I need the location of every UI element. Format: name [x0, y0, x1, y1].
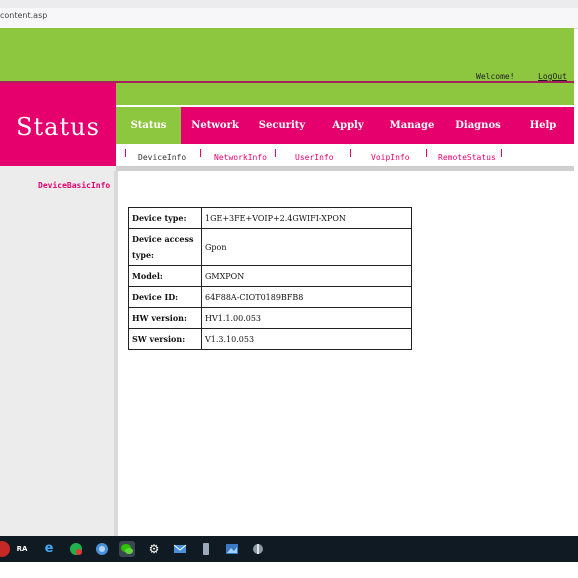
subtab-userinfo[interactable]: UserInfo	[295, 153, 334, 162]
subnav-separator	[275, 149, 276, 157]
settings-icon[interactable]: ⚙	[146, 541, 162, 557]
sub-nav: DeviceInfo NetworkInfo UserInfo VoipInfo…	[116, 144, 574, 166]
row-value: HV1.1.00.053	[201, 307, 412, 329]
browser-address-bar: content.asp	[0, 0, 578, 29]
url-text[interactable]: content.asp	[0, 11, 47, 20]
row-label: Device access type:	[128, 228, 202, 266]
welcome-row: Welcome! LogOut	[0, 67, 574, 81]
subnav-separator	[200, 149, 201, 157]
table-row: Device type: 1GE+3FE+VOIP+2.4GWIFI-XPON	[128, 207, 412, 229]
ra-icon[interactable]: RA	[14, 541, 30, 557]
subtab-remotestatus[interactable]: RemoteStatus	[438, 153, 496, 162]
subnav-separator	[426, 149, 427, 157]
row-label: HW version:	[128, 307, 202, 329]
table-row: SW version: V1.3.10.053	[128, 328, 412, 350]
tab-network[interactable]: Network	[183, 107, 247, 144]
row-value: Gpon	[201, 228, 412, 266]
welcome-text: Welcome!	[476, 72, 515, 81]
row-label: Device type:	[128, 207, 202, 229]
table-row: HW version: HV1.1.00.053	[128, 307, 412, 329]
row-label: Model:	[128, 265, 202, 287]
logout-link[interactable]: LogOut	[538, 72, 567, 81]
tab-diagnos[interactable]: Diagnos	[446, 107, 510, 144]
table-row: Device access type: Gpon	[128, 228, 412, 266]
row-label: SW version:	[128, 328, 202, 350]
subnav-separator	[501, 149, 502, 157]
browser-tab-strip	[0, 0, 578, 8]
tool-icon[interactable]	[250, 541, 266, 557]
page-title: Status	[16, 113, 100, 141]
table-row: Device ID: 64F88A-CIOT0189BFB8	[128, 286, 412, 308]
page-section-box: Status	[0, 83, 116, 166]
globe-icon[interactable]	[94, 541, 110, 557]
main-nav: Status Network Security Apply Manage Dia…	[116, 107, 574, 144]
sidebar: DeviceBasicInfo	[0, 166, 116, 536]
row-value: 1GE+3FE+VOIP+2.4GWIFI-XPON	[201, 207, 412, 229]
subtab-voipinfo[interactable]: VoipInfo	[371, 153, 410, 162]
main-content: Device type: 1GE+3FE+VOIP+2.4GWIFI-XPON …	[118, 171, 574, 536]
os-taskbar: RA e ⚙	[0, 536, 578, 562]
chat-icon[interactable]	[68, 541, 84, 557]
tab-security[interactable]: Security	[250, 107, 314, 144]
tab-help[interactable]: Help	[512, 107, 574, 144]
row-label: Device ID:	[128, 286, 202, 308]
wechat-icon[interactable]	[119, 541, 135, 557]
mail-icon[interactable]	[172, 541, 188, 557]
row-value: 64F88A-CIOT0189BFB8	[201, 286, 412, 308]
photo-icon[interactable]	[224, 541, 240, 557]
tab-status[interactable]: Status	[116, 107, 181, 144]
row-value: GMXPON	[201, 265, 412, 287]
bottom-margin	[0, 562, 578, 578]
app-icon[interactable]	[0, 541, 10, 557]
tab-apply[interactable]: Apply	[316, 107, 380, 144]
nav-top-band	[116, 83, 574, 105]
edge-icon[interactable]: e	[41, 541, 57, 557]
table-row: Model: GMXPON	[128, 265, 412, 287]
sidebar-item-devicebasicinfo[interactable]: DeviceBasicInfo	[38, 181, 110, 190]
row-value: V1.3.10.053	[201, 328, 412, 350]
device-info-table: Device type: 1GE+3FE+VOIP+2.4GWIFI-XPON …	[128, 207, 412, 350]
usb-icon[interactable]	[198, 541, 214, 557]
subtab-deviceinfo[interactable]: DeviceInfo	[138, 153, 186, 162]
subtab-networkinfo[interactable]: NetworkInfo	[214, 153, 267, 162]
tab-manage[interactable]: Manage	[380, 107, 444, 144]
subnav-separator	[350, 149, 351, 157]
subnav-separator	[125, 149, 126, 157]
